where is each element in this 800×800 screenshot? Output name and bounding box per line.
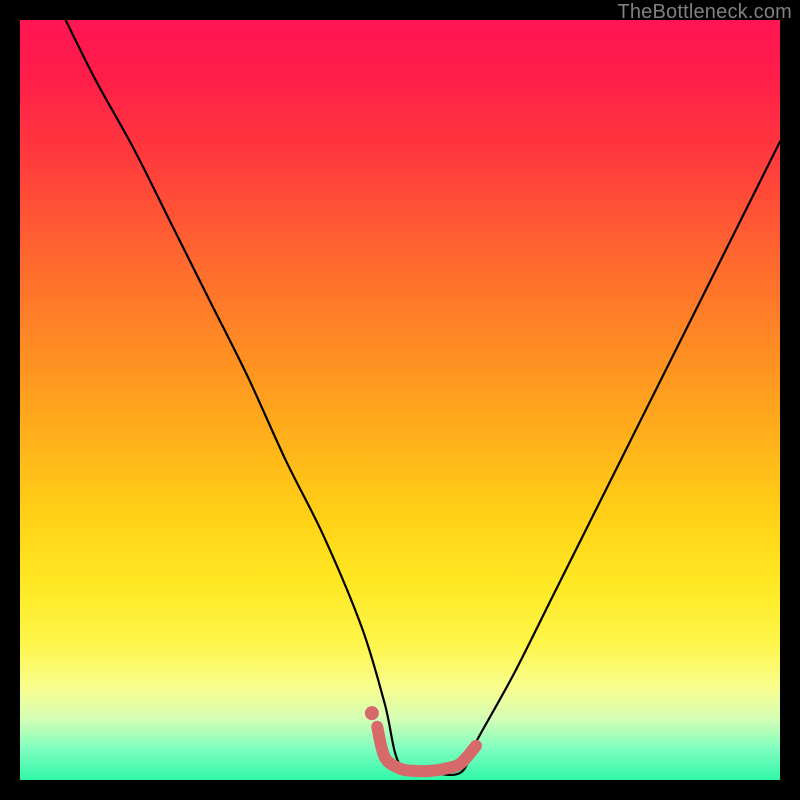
chart-frame: TheBottleneck.com xyxy=(0,0,800,800)
curve-svg xyxy=(20,20,780,780)
bottleneck-curve-path xyxy=(66,20,780,775)
highlight-dot xyxy=(365,706,379,720)
plot-area xyxy=(20,20,780,780)
